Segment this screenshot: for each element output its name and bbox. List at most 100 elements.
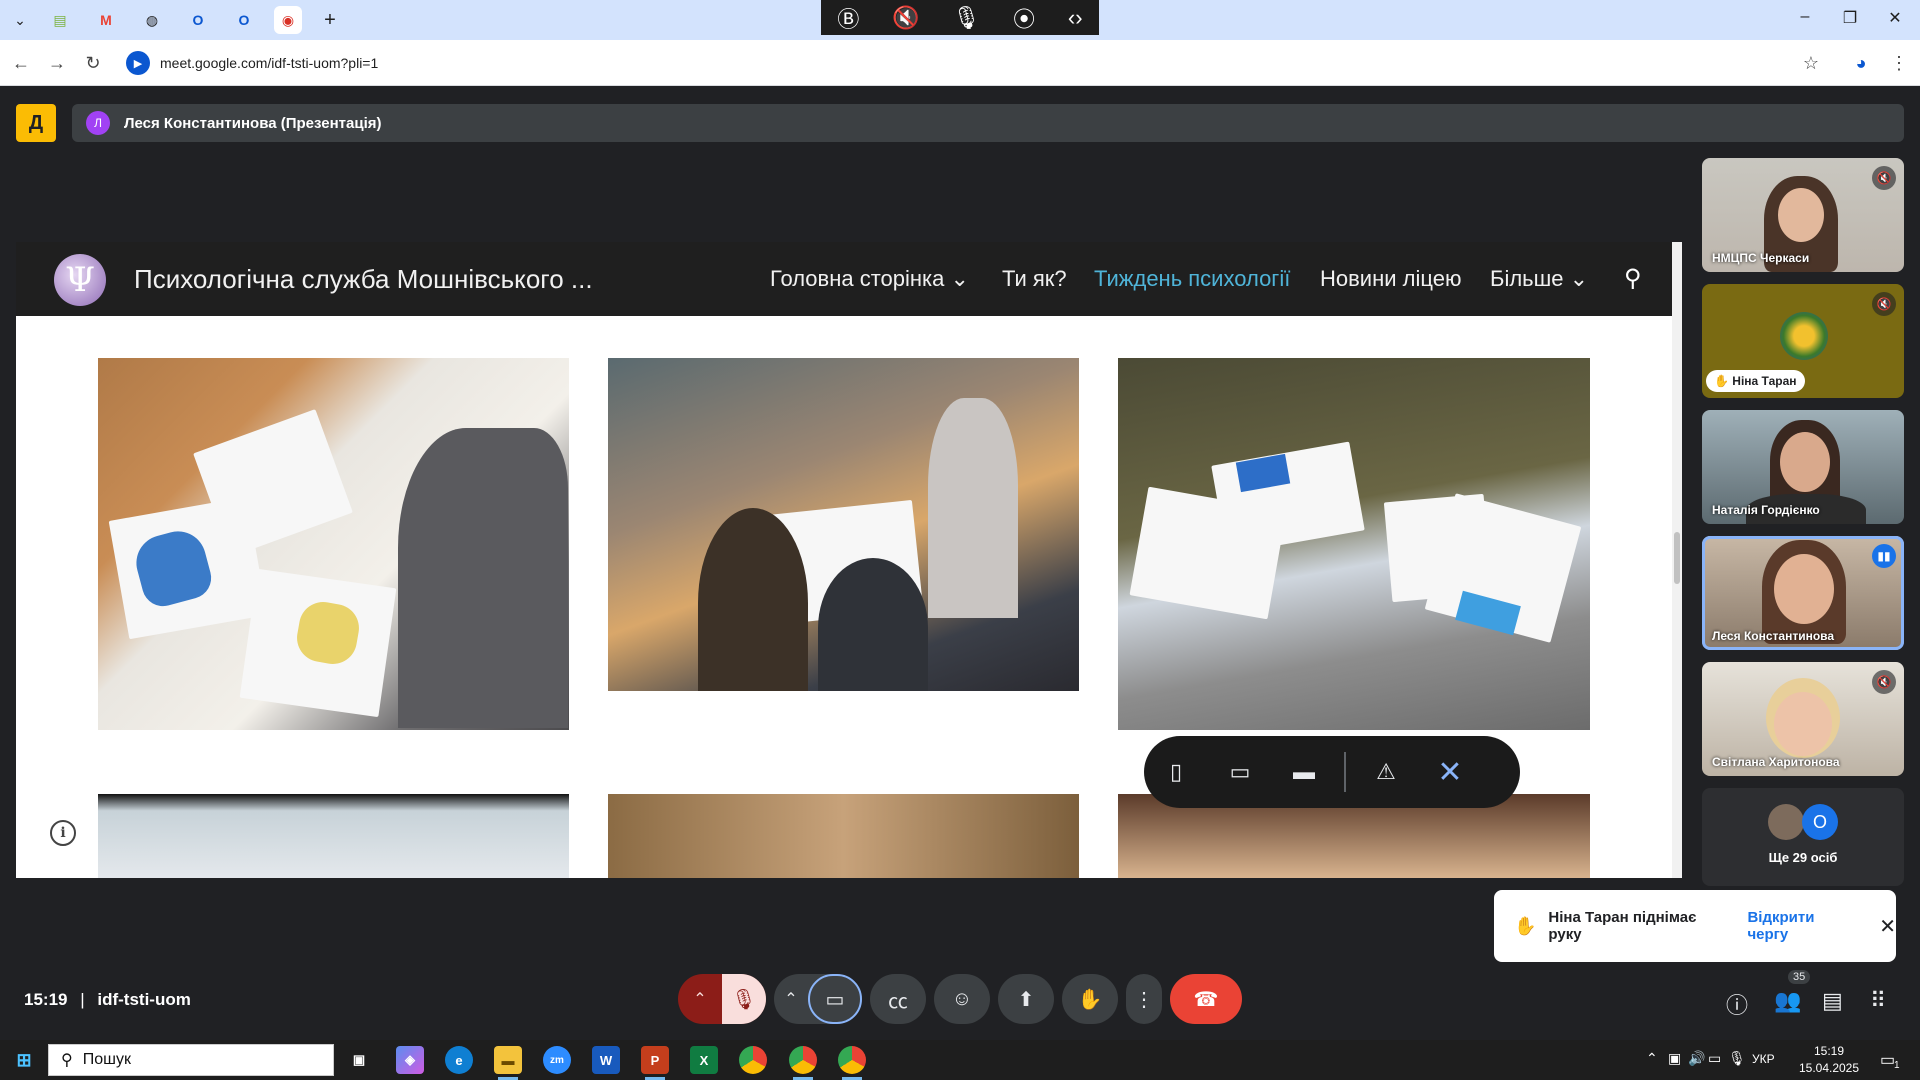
present-screen-icon[interactable]: ⬆: [998, 974, 1054, 1024]
nav-home[interactable]: Головна сторінка ⌄: [770, 266, 969, 292]
nav-more[interactable]: Більше ⌄: [1490, 266, 1588, 292]
open-queue-link[interactable]: Відкрити чергу: [1747, 909, 1853, 943]
profile-avatar-icon[interactable]: ◕: [1848, 50, 1874, 76]
photo-bookshelf[interactable]: [608, 794, 1079, 878]
tab-folder-icon[interactable]: ▤: [46, 6, 74, 34]
end-call-icon[interactable]: ☎: [1170, 974, 1242, 1024]
nav-how-are-you[interactable]: Ти як?: [1002, 266, 1067, 292]
tab-outlook-icon[interactable]: O: [184, 6, 212, 34]
chrome-icon[interactable]: [838, 1046, 866, 1074]
powerpoint-icon[interactable]: P: [641, 1046, 669, 1074]
url-bar[interactable]: ▶ meet.google.com/idf-tsti-uom?pli=1: [122, 46, 1832, 80]
show-hidden-icons-chevron-icon[interactable]: ⌃: [1646, 1050, 1658, 1067]
microphone-tray-icon[interactable]: 🎙: [1728, 1050, 1746, 1067]
notification-center-icon[interactable]: ▭: [1880, 1050, 1895, 1070]
edge-icon[interactable]: e: [445, 1046, 473, 1074]
url-text[interactable]: meet.google.com/idf-tsti-uom?pli=1: [160, 55, 378, 71]
tab-meet-recording-icon[interactable]: ◉: [274, 6, 302, 34]
reload-icon[interactable]: ↻: [80, 50, 106, 76]
close-notification-icon[interactable]: ✕: [1879, 914, 1896, 939]
tab-gmail-icon[interactable]: M: [92, 6, 120, 34]
taskbar-search[interactable]: ⚲ Пошук: [48, 1044, 334, 1076]
nav-psychology-week[interactable]: Тиждень психології: [1094, 266, 1290, 292]
search-icon[interactable]: ⚲: [1624, 264, 1642, 293]
windows-start-icon[interactable]: ⊞: [10, 1046, 38, 1074]
chrome-icon[interactable]: [739, 1046, 767, 1074]
presenter-avatar: Л: [86, 111, 110, 135]
code-icon[interactable]: ‹›: [1068, 5, 1083, 31]
copilot-icon[interactable]: ◈: [396, 1046, 424, 1074]
info-icon[interactable]: i: [50, 820, 76, 846]
volume-mute-icon[interactable]: 🔇: [892, 5, 919, 31]
photo-child-drawing-hands[interactable]: [98, 358, 569, 730]
mic-off-icon: 🔇: [1872, 166, 1896, 190]
site-info-icon[interactable]: ▶: [126, 51, 150, 75]
report-feedback-icon[interactable]: ⚠: [1354, 759, 1418, 785]
camera-icon[interactable]: ▭: [808, 974, 862, 1024]
site-scrollbar[interactable]: [1672, 242, 1682, 878]
task-view-icon[interactable]: ▣: [345, 1046, 373, 1074]
raised-hand-badge: ✋ Ніна Таран: [1706, 370, 1805, 392]
participant-tile[interactable]: 🔇 ✋ Ніна Таран: [1702, 284, 1904, 398]
scrollbar-thumb[interactable]: [1674, 532, 1680, 584]
site-title[interactable]: Психологічна служба Мошнівського ...: [134, 264, 593, 295]
activities-icon[interactable]: ⠿: [1870, 988, 1886, 1014]
forward-arrow-icon[interactable]: →: [44, 50, 70, 76]
minimize-button[interactable]: –: [1790, 8, 1820, 26]
network-icon[interactable]: ▭: [1708, 1050, 1721, 1067]
more-options-icon[interactable]: ⋮: [1126, 974, 1162, 1024]
site-logo[interactable]: Ψ: [54, 254, 106, 306]
captions-icon[interactable]: ㏄: [870, 974, 926, 1024]
volume-icon[interactable]: 🔊: [1688, 1050, 1705, 1067]
browser-menu-icon[interactable]: ⋮: [1886, 50, 1912, 76]
bookmark-star-icon[interactable]: ☆: [1798, 50, 1824, 76]
chat-icon[interactable]: ▤: [1822, 988, 1843, 1014]
video-options-chevron-icon[interactable]: ⌃: [774, 989, 808, 1009]
desktop-layout-icon[interactable]: ▬: [1272, 759, 1336, 785]
language-indicator[interactable]: УКР: [1752, 1052, 1775, 1066]
chrome-icon[interactable]: [789, 1046, 817, 1074]
tablet-layout-icon[interactable]: ▭: [1208, 759, 1272, 785]
side-panel-button[interactable]: Д: [16, 104, 56, 142]
tab-globe-icon[interactable]: ◍: [138, 6, 166, 34]
audio-options-chevron-icon[interactable]: ⌃: [678, 989, 722, 1009]
participant-name: Світлана Харитонова: [1712, 755, 1840, 769]
word-icon[interactable]: W: [592, 1046, 620, 1074]
photo-soldiers-holding-drawings[interactable]: [1118, 358, 1590, 730]
taskbar-date[interactable]: 15.04.2025: [1794, 1061, 1864, 1075]
participant-tile[interactable]: 🔇 Світлана Харитонова: [1702, 662, 1904, 776]
presentation-layout-controls: ▯ ▭ ▬ ⚠ ✕: [1144, 736, 1520, 808]
participant-tile-speaking[interactable]: ▮▮ Леся Константинова: [1702, 536, 1904, 650]
photo-classroom-window[interactable]: [98, 794, 569, 878]
meeting-info-icon[interactable]: ⓘ: [1726, 988, 1748, 1020]
more-participants-tile[interactable]: О Ще 29 осіб: [1702, 788, 1904, 886]
mic-off-button-icon[interactable]: 🎙: [722, 974, 766, 1024]
meet-tray-icon[interactable]: ▣: [1668, 1050, 1681, 1067]
file-explorer-icon[interactable]: ▬: [494, 1046, 522, 1074]
excel-icon[interactable]: X: [690, 1046, 718, 1074]
meeting-code: idf-tsti-uom: [97, 990, 191, 1009]
new-tab-button[interactable]: +: [316, 6, 344, 34]
people-icon[interactable]: 👥: [1774, 988, 1801, 1014]
windows-taskbar: ⊞ ⚲ Пошук ▣ ◈ e ▬ zm W P X ⌃ ▣ 🔊 ▭ 🎙 УКР…: [0, 1040, 1920, 1080]
participant-tile[interactable]: Наталія Гордієнко: [1702, 410, 1904, 524]
taskbar-time[interactable]: 15:19: [1794, 1044, 1864, 1058]
close-layout-icon[interactable]: ✕: [1418, 755, 1482, 790]
tab-list-chevron-icon[interactable]: ⌄: [6, 6, 34, 34]
presentation-title: Леся Константинова (Презентація): [124, 114, 382, 132]
phone-layout-icon[interactable]: ▯: [1144, 759, 1208, 785]
raise-hand-icon[interactable]: ✋: [1062, 974, 1118, 1024]
reader-icon[interactable]: Ⓑ: [837, 2, 859, 34]
tab-outlook-icon-2[interactable]: O: [230, 6, 258, 34]
close-window-button[interactable]: ✕: [1880, 8, 1910, 28]
site-header: Ψ Психологічна служба Мошнівського ... Г…: [16, 242, 1672, 316]
broadcast-icon[interactable]: ⦿: [1013, 2, 1035, 34]
emoji-icon[interactable]: ☺: [934, 974, 990, 1024]
participant-tile[interactable]: 🔇 НМЦПС Черкаси: [1702, 158, 1904, 272]
back-arrow-icon[interactable]: ←: [8, 50, 34, 76]
microphone-icon[interactable]: 🎙: [952, 5, 980, 31]
photo-children-at-table[interactable]: [608, 358, 1079, 691]
zoom-icon[interactable]: zm: [543, 1046, 571, 1074]
restore-button[interactable]: ❐: [1835, 8, 1865, 28]
nav-lyceum-news[interactable]: Новини ліцею: [1320, 266, 1461, 292]
